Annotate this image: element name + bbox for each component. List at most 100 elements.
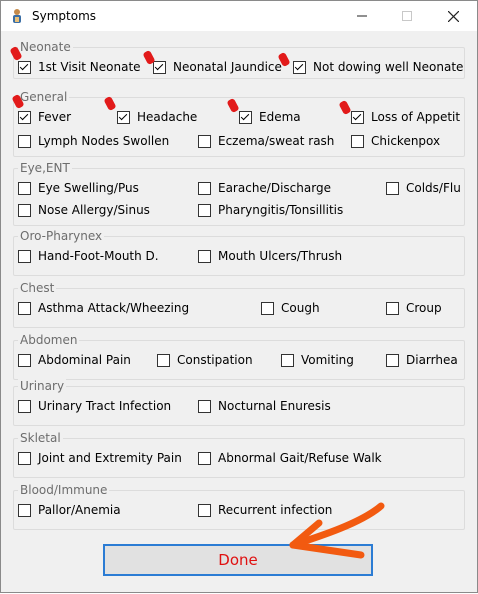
checkbox-constipation[interactable]: Constipation xyxy=(157,353,253,368)
checkbox-mouth-ulcers-thrush[interactable]: Mouth Ulcers/Thrush xyxy=(198,249,342,264)
checkbox-diarrhea[interactable]: Diarrhea xyxy=(386,353,458,368)
app-person-icon xyxy=(13,9,21,23)
group-label-neonate: Neonate xyxy=(18,39,73,55)
group-label-urinary: Urinary xyxy=(18,378,67,394)
checkbox-nose-allergy-sinus[interactable]: Nose Allergy/Sinus xyxy=(18,203,150,218)
checkbox-box[interactable] xyxy=(386,354,399,367)
checkbox-label: Pharyngitis/Tonsillitis xyxy=(218,203,344,217)
checkbox-nocturnal-enuresis[interactable]: Nocturnal Enuresis xyxy=(198,399,331,414)
checkbox-box[interactable] xyxy=(261,302,274,315)
checkbox-vomiting[interactable]: Vomiting xyxy=(281,353,354,368)
checkbox-box[interactable] xyxy=(18,61,31,74)
checkbox-neonatal-jaundice[interactable]: Neonatal Jaundice xyxy=(153,60,282,75)
checkbox-box[interactable] xyxy=(351,111,364,124)
checkbox-box[interactable] xyxy=(18,111,31,124)
checkbox-fever[interactable]: Fever xyxy=(18,110,71,125)
group-label-abdomen: Abdomen xyxy=(18,332,80,348)
checkbox-label: Nocturnal Enuresis xyxy=(218,399,331,413)
checkbox-label: Cough xyxy=(281,301,320,315)
checkbox-box[interactable] xyxy=(198,182,211,195)
checkbox-eye-swelling-pus[interactable]: Eye Swelling/Pus xyxy=(18,181,139,196)
checkbox-box[interactable] xyxy=(281,354,294,367)
checkbox-box[interactable] xyxy=(386,302,399,315)
checkbox-label: Pallor/Anemia xyxy=(38,503,121,517)
checkbox-label: Abnormal Gait/Refuse Walk xyxy=(218,451,382,465)
checkbox-box[interactable] xyxy=(198,504,211,517)
checkbox-box[interactable] xyxy=(18,302,31,315)
checkbox-label: Joint and Extremity Pain xyxy=(38,451,182,465)
checkbox-box[interactable] xyxy=(18,135,31,148)
checkbox-box[interactable] xyxy=(18,504,31,517)
checkbox-box[interactable] xyxy=(293,61,306,74)
minimize-button[interactable] xyxy=(339,1,385,31)
checkbox-box[interactable] xyxy=(117,111,130,124)
checkbox-hand-foot-mouth[interactable]: Hand-Foot-Mouth D. xyxy=(18,249,159,264)
checkbox-asthma-attack-wheezing[interactable]: Asthma Attack/Wheezing xyxy=(18,301,189,316)
checkbox-colds-flu[interactable]: Colds/Flu xyxy=(386,181,461,196)
checkbox-label: Constipation xyxy=(177,353,253,367)
checkbox-urinary-tract-infection[interactable]: Urinary Tract Infection xyxy=(18,399,171,414)
checkbox-box[interactable] xyxy=(153,61,166,74)
group-label-eye-ent: Eye,ENT xyxy=(18,160,72,176)
checkbox-1st-visit-neonate[interactable]: 1st Visit Neonate xyxy=(18,60,141,75)
checkbox-box[interactable] xyxy=(198,204,211,217)
checkbox-box[interactable] xyxy=(198,400,211,413)
checkbox-box[interactable] xyxy=(198,452,211,465)
checkbox-label: Lymph Nodes Swollen xyxy=(38,134,170,148)
checkbox-abdominal-pain[interactable]: Abdominal Pain xyxy=(18,353,131,368)
checkbox-box[interactable] xyxy=(239,111,252,124)
checkbox-abnormal-gait[interactable]: Abnormal Gait/Refuse Walk xyxy=(198,451,382,466)
checkbox-label: Loss of Appetit xyxy=(371,110,461,124)
checkbox-loss-of-appetite[interactable]: Loss of Appetit xyxy=(351,110,460,125)
maximize-icon xyxy=(402,11,412,21)
checkbox-label: Vomiting xyxy=(301,353,354,367)
title-bar: Symptoms xyxy=(1,1,477,31)
checkbox-label: Not dowing well Neonate xyxy=(313,60,464,74)
checkbox-label: Earache/Discharge xyxy=(218,181,331,195)
checkbox-recurrent-infection[interactable]: Recurrent infection xyxy=(198,503,332,518)
window-title: Symptoms xyxy=(32,9,97,23)
checkbox-eczema-sweat-rash[interactable]: Eczema/sweat rash xyxy=(198,134,334,149)
checkbox-box[interactable] xyxy=(18,182,31,195)
done-button[interactable]: Done xyxy=(103,544,373,576)
checkbox-box[interactable] xyxy=(386,182,399,195)
group-label-chest: Chest xyxy=(18,280,57,296)
checkbox-label: 1st Visit Neonate xyxy=(38,60,141,74)
checkbox-label: Asthma Attack/Wheezing xyxy=(38,301,190,315)
maximize-button[interactable] xyxy=(384,1,430,31)
group-label-oro-pharynex: Oro-Pharynex xyxy=(18,228,105,244)
checkbox-label: Nose Allergy/Sinus xyxy=(38,203,150,217)
checkbox-chickenpox[interactable]: Chickenpox xyxy=(351,134,440,149)
checkbox-label: Neonatal Jaundice xyxy=(173,60,282,74)
symptoms-window: Symptoms Neonate 1st Visit Neonate Neona… xyxy=(0,0,478,593)
checkbox-box[interactable] xyxy=(18,250,31,263)
checkbox-label: Croup xyxy=(406,301,442,315)
checkbox-headache[interactable]: Headache xyxy=(117,110,197,125)
checkbox-not-doing-well-neonate[interactable]: Not dowing well Neonate xyxy=(293,60,463,75)
checkbox-box[interactable] xyxy=(18,452,31,465)
group-label-blood-immune: Blood/Immune xyxy=(18,482,110,498)
checkbox-box[interactable] xyxy=(18,204,31,217)
checkbox-box[interactable] xyxy=(351,135,364,148)
checkbox-pallor-anemia[interactable]: Pallor/Anemia xyxy=(18,503,121,518)
checkbox-label: Mouth Ulcers/Thrush xyxy=(218,249,343,263)
checkbox-label: Recurrent infection xyxy=(218,503,333,517)
checkbox-lymph-nodes-swollen[interactable]: Lymph Nodes Swollen xyxy=(18,134,169,149)
checkbox-box[interactable] xyxy=(18,354,31,367)
checkbox-box[interactable] xyxy=(198,250,211,263)
checkbox-cough[interactable]: Cough xyxy=(261,301,320,316)
checkbox-box[interactable] xyxy=(18,400,31,413)
checkbox-box[interactable] xyxy=(157,354,170,367)
checkbox-edema[interactable]: Edema xyxy=(239,110,301,125)
checkbox-box[interactable] xyxy=(198,135,211,148)
checkbox-label: Headache xyxy=(137,110,198,124)
close-button[interactable] xyxy=(430,1,476,31)
checkbox-label: Eczema/sweat rash xyxy=(218,134,335,148)
checkbox-pharyngitis-tonsillitis[interactable]: Pharyngitis/Tonsillitis xyxy=(198,203,343,218)
checkbox-croup[interactable]: Croup xyxy=(386,301,442,316)
checkbox-label: Abdominal Pain xyxy=(38,353,131,367)
checkbox-earache-discharge[interactable]: Earache/Discharge xyxy=(198,181,331,196)
checkbox-label: Edema xyxy=(259,110,301,124)
minimize-icon xyxy=(357,15,367,17)
checkbox-joint-extremity-pain[interactable]: Joint and Extremity Pain xyxy=(18,451,182,466)
